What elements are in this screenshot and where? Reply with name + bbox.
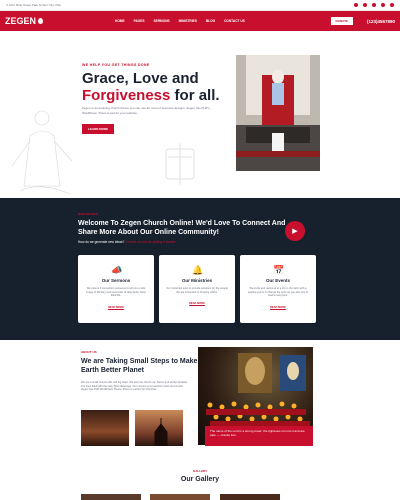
phone-number[interactable]: (123)4567890 — [367, 19, 395, 24]
address-text: 4 John Mcle Street Park St Sun City USA — [6, 3, 61, 7]
card-read-more-link[interactable]: READ MORE — [78, 306, 154, 309]
hero-kicker: WE HELP YOU GET THINGS DONE — [82, 63, 150, 67]
altar-photo — [236, 55, 320, 171]
welcome-kicker: OUR BELIEFS — [78, 212, 99, 216]
gallery-thumb[interactable] — [81, 494, 141, 500]
top-bar: 4 John Mcle Street Park St Sun City USA — [0, 0, 400, 11]
facebook-icon[interactable] — [354, 3, 358, 7]
gallery-kicker: GALLERY — [192, 469, 208, 473]
donate-button[interactable]: DONATE — [330, 17, 353, 25]
play-video-button[interactable]: ▶ — [285, 221, 305, 241]
jesus-sketch-illustration — [11, 110, 73, 195]
welcome-contact-link[interactable]: Contact us now for getting it started — [125, 240, 175, 244]
hero-title-highlight: Forgiveness — [82, 87, 171, 104]
hero-church-image — [236, 55, 320, 171]
card-ministries: 🔔 Our Ministries Our ministries exist to… — [159, 255, 235, 323]
social-links — [354, 3, 394, 7]
card-title: Our Events — [265, 278, 290, 283]
card-title: Our Sermons — [101, 278, 131, 283]
gallery-thumb[interactable] — [220, 494, 280, 500]
about-paragraph: We are a small church with real big hear… — [81, 381, 188, 392]
youtube-icon[interactable] — [390, 3, 394, 7]
nav-item-home[interactable]: HOME — [115, 19, 125, 23]
about-title: We are Taking Small Steps to Make Earth … — [81, 358, 198, 374]
main-nav: ZEGEN HOME PAGES SERMONS MINISTRIES BLOG… — [0, 11, 400, 31]
bell-icon: 🔔 — [192, 265, 204, 275]
card-events: 📅 Our Events We invite and welcome to a … — [240, 255, 316, 323]
hero-title-line1: Grace, Love and — [82, 70, 199, 87]
nav-item-sermons[interactable]: SERMONS — [154, 19, 170, 23]
brand-name: ZEGEN — [5, 16, 37, 26]
megaphone-icon: 📣 — [111, 265, 123, 275]
gallery-title: Our Gallery — [180, 476, 220, 483]
calendar-icon: 📅 — [273, 265, 285, 275]
about-thumb-church — [135, 410, 183, 447]
about-kicker: ABOUT US — [81, 350, 97, 354]
welcome-subtext: How do we generate new ideas? Contact us… — [78, 240, 175, 244]
quote-box: The name of the Lord is a strong tower; … — [205, 426, 313, 446]
hero-title-end: for all. — [170, 87, 220, 104]
hero-paragraph: Zegen is an amazing church theme you can… — [82, 106, 210, 115]
card-read-more-link[interactable]: READ MORE — [240, 306, 316, 309]
nav-item-ministries[interactable]: MINISTRIES — [179, 19, 197, 23]
card-title: Our Ministries — [181, 278, 213, 283]
welcome-question: How do we generate new ideas? — [78, 240, 125, 244]
site-logo[interactable]: ZEGEN — [5, 16, 44, 26]
hero-title: Grace, Love and Forgiveness for all. — [82, 70, 242, 104]
nav-item-pages[interactable]: PAGES — [134, 19, 145, 23]
church-silhouette-icon — [154, 418, 168, 447]
card-description: Our ministries exist to provide solution… — [166, 287, 228, 294]
welcome-title: Welcome To Zegen Church Online! We'd Lov… — [78, 220, 286, 236]
card-sermons: 📣 Our Sermons We cannot if connection so… — [78, 255, 154, 323]
twitter-icon[interactable] — [363, 3, 367, 7]
card-description: We cannot if connection someone to tell … — [86, 287, 146, 298]
nav-item-blog[interactable]: BLOG — [206, 19, 215, 23]
about-thumb-candles — [81, 410, 129, 446]
instagram-icon[interactable] — [381, 3, 385, 7]
cross-illustration — [165, 143, 195, 185]
play-icon: ▶ — [292, 228, 298, 235]
card-description: We invite and welcome to a trip to the s… — [247, 287, 309, 298]
pinterest-icon[interactable] — [372, 3, 376, 7]
card-read-more-link[interactable]: READ MORE — [159, 302, 235, 305]
nav-item-contact[interactable]: CONTACT US — [224, 19, 245, 23]
logo-drop-icon — [38, 18, 44, 24]
gallery-thumb[interactable] — [150, 494, 210, 500]
nav-menu: HOME PAGES SERMONS MINISTRIES BLOG CONTA… — [115, 19, 245, 23]
hero-learn-more-button[interactable]: LEARN MORE — [82, 124, 115, 134]
